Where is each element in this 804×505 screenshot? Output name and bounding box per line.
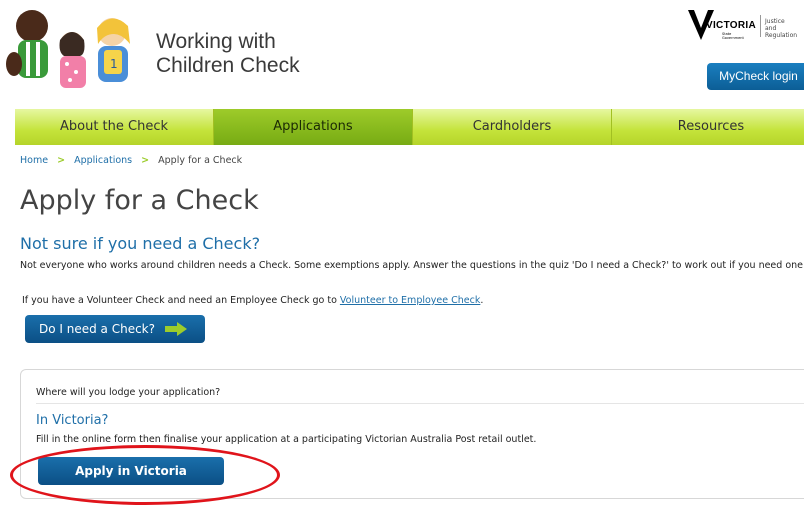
volunteer-text: If you have a Volunteer Check and need a… bbox=[22, 295, 340, 306]
section-heading: Not sure if you need a Check? bbox=[20, 234, 261, 253]
site-title-line2: Children Check bbox=[156, 54, 300, 77]
gov-logo-sub: State Government bbox=[722, 32, 744, 40]
intro-paragraph: Not everyone who works around children n… bbox=[20, 260, 804, 271]
arrow-right-icon bbox=[165, 322, 187, 336]
department-line1: Justice bbox=[765, 18, 785, 25]
department-name: Justice and Regulation bbox=[765, 18, 804, 39]
svg-text:1: 1 bbox=[110, 57, 118, 71]
breadcrumb: Home > Applications > Apply for a Check bbox=[20, 155, 242, 166]
site-title-line1: Working with bbox=[156, 30, 276, 53]
nav-item-about-the-check[interactable]: About the Check bbox=[15, 109, 214, 145]
nav-item-resources[interactable]: Resources bbox=[612, 109, 804, 145]
do-i-need-a-check-button[interactable]: Do I need a Check? bbox=[25, 315, 205, 343]
main-nav: About the Check Applications Cardholders… bbox=[15, 109, 804, 145]
do-i-need-a-check-label: Do I need a Check? bbox=[39, 322, 156, 336]
highlight-annotation-circle bbox=[10, 445, 280, 505]
page-title: Apply for a Check bbox=[20, 185, 259, 216]
breadcrumb-separator: > bbox=[141, 155, 150, 166]
in-victoria-description: Fill in the online form then finalise yo… bbox=[36, 434, 537, 445]
lodge-question: Where will you lodge your application? bbox=[36, 387, 221, 398]
panel-divider bbox=[36, 403, 804, 404]
gov-logo-sub-line2: Government bbox=[722, 36, 744, 40]
volunteer-paragraph: If you have a Volunteer Check and need a… bbox=[22, 295, 483, 306]
nav-item-applications[interactable]: Applications bbox=[214, 109, 413, 145]
department-line2: and Regulation bbox=[765, 25, 798, 39]
children-illustration-icon: 1 bbox=[6, 10, 130, 88]
volunteer-to-employee-link[interactable]: Volunteer to Employee Check bbox=[340, 295, 480, 306]
gov-logo-word: VICTORIA bbox=[706, 20, 756, 31]
site-title: Working with Children Check bbox=[156, 30, 300, 78]
breadcrumb-home[interactable]: Home bbox=[20, 155, 48, 166]
volunteer-suffix: . bbox=[480, 295, 484, 306]
breadcrumb-current: Apply for a Check bbox=[158, 155, 243, 166]
mycheck-login-button[interactable]: MyCheck login bbox=[707, 63, 804, 90]
breadcrumb-separator: > bbox=[57, 155, 66, 166]
in-victoria-heading: In Victoria? bbox=[36, 413, 109, 428]
breadcrumb-applications[interactable]: Applications bbox=[74, 155, 132, 166]
logo-divider bbox=[760, 15, 761, 37]
nav-item-cardholders[interactable]: Cardholders bbox=[413, 109, 612, 145]
